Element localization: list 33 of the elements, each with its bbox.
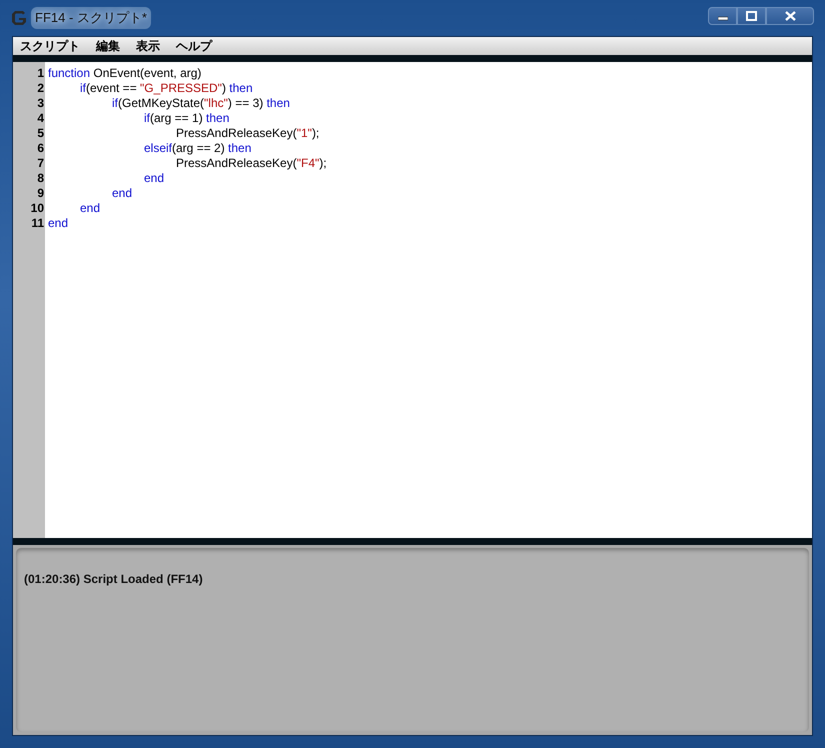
menu-item[interactable]: ヘルプ xyxy=(176,38,212,54)
line-number: 5 xyxy=(36,126,45,141)
menu-item[interactable]: 表示 xyxy=(136,38,160,54)
line-number: 3 xyxy=(36,96,45,111)
line-number: 1 xyxy=(36,66,45,81)
code-line: elseif(arg == 2) then xyxy=(143,141,252,156)
output-message: (01:20:36) Script Loaded (FF14) xyxy=(24,572,204,586)
code-line: end xyxy=(48,216,70,231)
line-number: 10 xyxy=(30,201,45,216)
line-number: 8 xyxy=(36,171,45,186)
code-line: if(arg == 1) then xyxy=(143,111,230,126)
close-button[interactable] xyxy=(766,7,814,25)
code-line: if(event == "G_PRESSED") then xyxy=(79,81,254,96)
maximize-icon xyxy=(746,11,757,21)
code-line: if(GetMKeyState("lhc") == 3) then xyxy=(111,96,291,111)
line-number: 11 xyxy=(30,216,45,231)
code-line: end xyxy=(111,186,134,201)
code-line: end xyxy=(143,171,166,186)
menu-item[interactable]: 編集 xyxy=(96,38,120,54)
line-number: 7 xyxy=(36,156,45,171)
line-number: 6 xyxy=(36,141,45,156)
line-number: 9 xyxy=(36,186,45,201)
menu-item[interactable]: スクリプト xyxy=(20,38,80,54)
app-logo-icon xyxy=(11,10,27,26)
close-icon xyxy=(784,11,796,21)
code-line: function OnEvent(event, arg) xyxy=(48,66,202,81)
code-line: PressAndReleaseKey("F4"); xyxy=(175,156,327,171)
code-line: PressAndReleaseKey("1"); xyxy=(175,126,320,141)
line-number: 4 xyxy=(36,111,45,126)
line-number: 2 xyxy=(36,81,45,96)
minimize-button[interactable] xyxy=(708,7,737,25)
maximize-button[interactable] xyxy=(737,7,766,25)
code-line: end xyxy=(79,201,102,216)
